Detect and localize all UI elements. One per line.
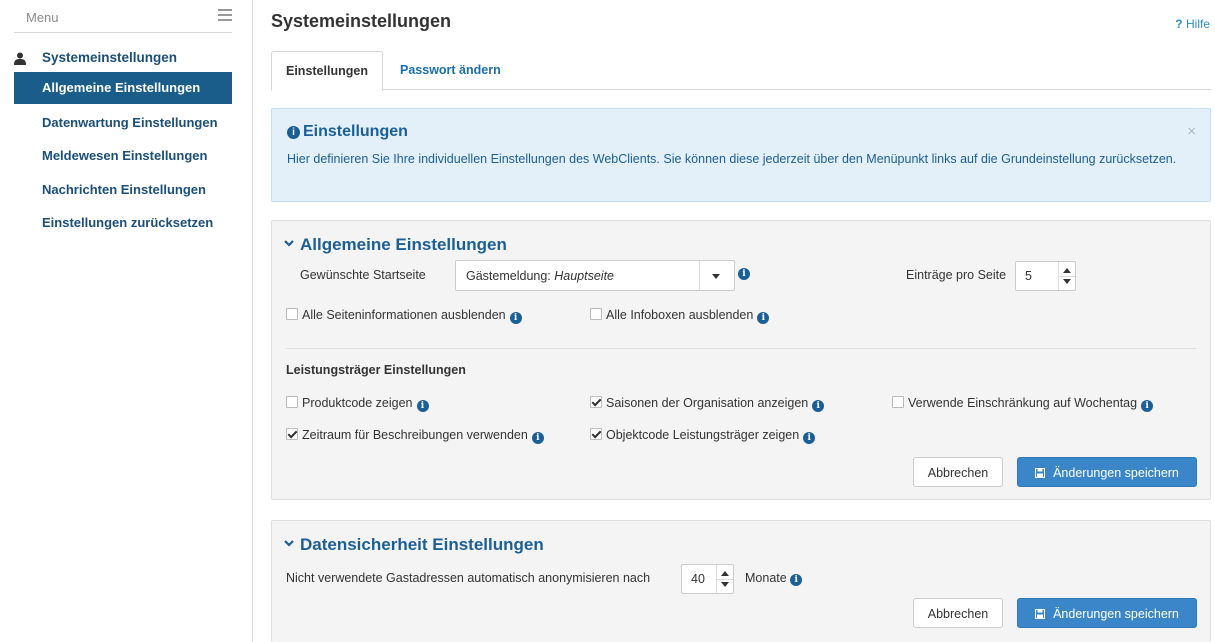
general-settings-title[interactable]: Allgemeine Einstellungen (284, 235, 507, 255)
option-label: Zeitraum für Beschreibungen verwenden (302, 428, 528, 442)
save-button-label: Änderungen speichern (1053, 607, 1179, 621)
sidebar-heading-label: Systemeinstellungen (42, 50, 178, 65)
chevron-down-icon (284, 540, 294, 547)
anonymize-months-stepper[interactable]: 40 (681, 564, 734, 594)
help-icon: ? (1175, 17, 1183, 31)
info-icon: i (287, 126, 300, 139)
entries-per-page-stepper[interactable]: 5 (1015, 261, 1076, 291)
info-icon[interactable]: i (1141, 400, 1154, 412)
start-page-label: Gewünschte Startseite (300, 268, 426, 282)
hamburger-icon[interactable] (218, 9, 232, 23)
menu-title: Menu (26, 10, 59, 25)
info-icon[interactable]: i (531, 432, 544, 444)
help-link[interactable]: ? Hilfe (1175, 17, 1210, 31)
option-label: Saisonen der Organisation anzeigen (606, 396, 809, 410)
general-settings-panel: Allgemeine Einstellungen Gewünschte Star… (271, 220, 1211, 500)
hide-page-info-checkbox[interactable] (286, 308, 298, 320)
save-button-label: Änderungen speichern (1053, 466, 1179, 480)
info-icon[interactable]: i (738, 268, 750, 280)
checkbox[interactable] (286, 428, 298, 440)
menu-header: Menu (14, 2, 232, 33)
spin-up-icon[interactable] (721, 571, 729, 576)
hide-page-info-label: Alle Seiteninformationen ausblenden (302, 308, 506, 322)
save-button[interactable]: Änderungen speichern (1017, 457, 1197, 487)
privacy-settings-title[interactable]: Datensicherheit Einstellungen (284, 535, 544, 555)
privacy-settings-panel: Datensicherheit Einstellungen Nicht verw… (271, 520, 1211, 642)
info-icon[interactable]: i (812, 400, 825, 412)
chevron-down-icon (284, 240, 294, 247)
anonymize-months-value: 40 (691, 572, 705, 586)
tab-passwort-aendern[interactable]: Passwort ändern (386, 51, 515, 89)
save-icon (1035, 468, 1046, 478)
sidebar-item-meldewesen-einstellungen[interactable]: Meldewesen Einstellungen (14, 140, 232, 172)
spin-down-icon[interactable] (721, 582, 729, 587)
sidebar: Menu Systemeinstellungen Allgemeine Eins… (0, 0, 253, 642)
save-icon (1035, 609, 1046, 619)
option-label: Objektcode Leistungsträger zeigen (606, 428, 800, 442)
cancel-button[interactable]: Abbrechen (913, 457, 1003, 487)
info-box-title: i Einstellungen (287, 123, 408, 141)
checkbox[interactable] (590, 396, 602, 408)
months-label-text: Monate (745, 571, 787, 585)
info-icon[interactable]: i (803, 432, 816, 444)
start-page-value-emph: Hauptseite (554, 269, 615, 283)
tab-einstellungen[interactable]: Einstellungen (271, 51, 383, 91)
info-box-text: Hier definieren Sie Ihre individuellen E… (287, 152, 1177, 166)
sidebar-item-einstellungen-zuruecksetzen[interactable]: Einstellungen zurücksetzen (14, 207, 232, 239)
option-label: Produktcode zeigen (302, 396, 413, 410)
user-icon (14, 52, 26, 65)
option-label: Verwende Einschränkung auf Wochentag (908, 396, 1138, 410)
general-settings-title-text: Allgemeine Einstellungen (300, 235, 507, 254)
info-icon[interactable]: i (757, 312, 770, 324)
tab-bar: Einstellungen Passwort ändern (271, 51, 1211, 91)
stepper-buttons[interactable] (1058, 262, 1075, 290)
sidebar-item-nachrichten-einstellungen[interactable]: Nachrichten Einstellungen (14, 174, 232, 206)
sidebar-item-datenwartung-einstellungen[interactable]: Datenwartung Einstellungen (14, 107, 232, 139)
start-page-value-prefix: Gästemeldung: (466, 269, 555, 283)
sidebar-item-allgemeine-einstellungen[interactable]: Allgemeine Einstellungen (14, 72, 232, 104)
checkbox[interactable] (892, 396, 904, 408)
start-page-value: Gästemeldung: Hauptseite (466, 269, 614, 283)
anonymize-label: Nicht verwendete Gastadressen automatisc… (286, 571, 651, 585)
info-icon[interactable]: i (509, 312, 522, 324)
spin-up-icon[interactable] (1063, 268, 1071, 273)
privacy-settings-title-text: Datensicherheit Einstellungen (300, 535, 544, 554)
divider (286, 348, 1196, 349)
checkbox[interactable] (286, 396, 298, 408)
start-page-select[interactable]: Gästemeldung: Hauptseite (455, 260, 735, 291)
months-label: Monate i (745, 571, 803, 586)
stepper-buttons[interactable] (716, 565, 733, 593)
cancel-button[interactable]: Abbrechen (913, 598, 1003, 628)
hide-infoboxes-label: Alle Infoboxen ausblenden (606, 308, 754, 322)
info-box: i Einstellungen Hier definieren Sie Ihre … (271, 108, 1211, 202)
entries-per-page-value: 5 (1025, 269, 1032, 283)
checkbox[interactable] (590, 428, 602, 440)
close-icon[interactable]: × (1187, 123, 1196, 140)
page-title: Systemeinstellungen (271, 11, 452, 31)
save-button[interactable]: Änderungen speichern (1017, 598, 1197, 628)
help-label: Hilfe (1185, 17, 1210, 31)
spin-down-icon[interactable] (1063, 279, 1071, 284)
info-icon[interactable]: i (790, 574, 803, 586)
info-box-title-text: Einstellungen (303, 123, 408, 140)
info-icon[interactable]: i (416, 400, 429, 412)
hide-infoboxes-checkbox[interactable] (590, 308, 602, 320)
chevron-down-icon[interactable] (699, 261, 734, 290)
provider-settings-heading: Leistungsträger Einstellungen (286, 363, 466, 377)
entries-per-page-label: Einträge pro Seite (906, 268, 1007, 282)
